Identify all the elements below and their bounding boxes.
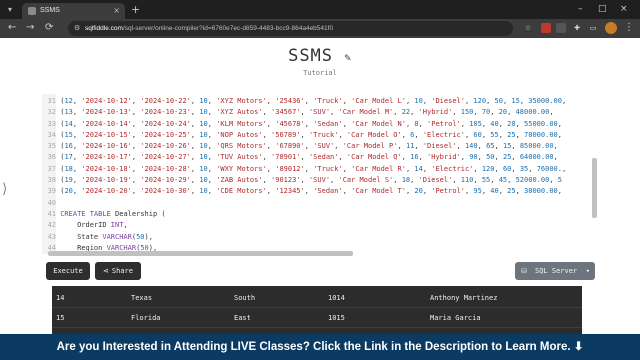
code-text: OrderID INT, — [56, 221, 128, 230]
code-text: (14, '2024-10-14', '2024-10-24', 10, 'KL… — [56, 119, 562, 128]
line-number: 33 — [47, 119, 56, 128]
close-window-button[interactable]: × — [620, 2, 628, 16]
minimize-button[interactable]: – — [578, 2, 583, 16]
code-line[interactable]: 37 (18, '2024-10-18', '2024-10-28', 10, … — [42, 164, 567, 175]
profile-avatar-icon[interactable] — [605, 22, 617, 34]
line-number: 35 — [47, 142, 56, 151]
table-cell: South — [234, 294, 256, 302]
code-line[interactable]: 40 — [42, 198, 566, 209]
browser-tab[interactable]: SSMS × — [22, 3, 125, 19]
share-icon: ⋖ — [103, 267, 109, 275]
execute-button[interactable]: Execute — [46, 262, 90, 280]
line-number: 34 — [47, 130, 56, 139]
chevron-right-icon[interactable]: ⟩ — [2, 181, 7, 197]
table-cell: East — [234, 314, 251, 322]
bookmark-star-icon[interactable]: ☆ — [523, 23, 533, 33]
promo-banner[interactable]: Are you Interested in Attending LIVE Cla… — [0, 334, 640, 360]
code-text: (12, '2024-10-12', '2024-10-22', 10, 'XY… — [56, 97, 567, 105]
extension-icon[interactable] — [556, 23, 566, 33]
dialect-label: SQL Server — [535, 267, 578, 275]
code-line[interactable]: 43 State VARCHAR(50), — [42, 232, 566, 243]
chevron-down-icon: ▾ — [585, 267, 590, 275]
code-line[interactable]: 32 (13, '2024-10-13', '2024-10-23', 10, … — [42, 107, 566, 118]
maximize-button[interactable]: □ — [598, 2, 607, 16]
sql-editor[interactable]: 31 (12, '2024-10-12', '2024-10-22', 10, … — [42, 94, 604, 254]
promo-banner-text: Are you Interested in Attending LIVE Cla… — [56, 341, 584, 353]
code-text: (17, '2024-10-17', '2024-10-27', 10, 'TU… — [56, 153, 558, 162]
page-content: SSMS ✎ Tutorial ⟩ 31 (12, '2024-10-12', … — [0, 38, 640, 360]
site-info-icon[interactable]: ⚙ — [74, 23, 80, 34]
code-line[interactable]: 38 (19, '2024-10-19', '2024-10-29', 10, … — [42, 175, 566, 186]
table-cell: Florida — [131, 314, 161, 322]
code-line[interactable]: 42 OrderID INT, — [42, 220, 566, 231]
code-line[interactable]: 39 (20, '2024-10-20', '2024-10-30', 10, … — [42, 186, 566, 197]
code-text: State VARCHAR(50), — [56, 232, 153, 241]
code-line[interactable]: 35 (16, '2024-10-16', '2024-10-26', 10, … — [42, 141, 566, 152]
table-cell: Texas — [131, 294, 153, 302]
puzzle-extensions-icon[interactable]: ✚ — [572, 23, 582, 33]
table-cell: Maria Garcia — [430, 314, 481, 322]
app-subtitle: Tutorial — [303, 69, 337, 77]
vertical-scrollbar[interactable] — [592, 158, 597, 218]
address-bar[interactable]: ⚙ sqlfiddle.com/sql-server/online-compil… — [68, 21, 513, 36]
line-number: 40 — [47, 198, 56, 207]
app-title-text: SSMS — [288, 46, 334, 66]
line-number: 32 — [47, 108, 56, 117]
table-row: 15 Florida East 1015 Maria Garcia — [52, 308, 582, 328]
kebab-menu-icon[interactable]: ⋮ — [624, 21, 634, 35]
extension-icon[interactable] — [541, 23, 551, 33]
code-lines[interactable]: 31 (12, '2024-10-12', '2024-10-22', 10, … — [42, 96, 567, 254]
line-number: 42 — [47, 221, 56, 230]
app-title: SSMS ✎ — [0, 46, 640, 66]
code-text: (19, '2024-10-19', '2024-10-29', 10, 'ZA… — [56, 176, 562, 185]
line-number: 41 — [47, 209, 56, 218]
reload-icon[interactable]: ⟳ — [45, 21, 53, 35]
edit-pencil-icon[interactable]: ✎ — [344, 51, 352, 64]
code-text: (13, '2024-10-13', '2024-10-23', 10, 'XY… — [56, 108, 554, 117]
browser-tab-bar: ▾ SSMS × + – □ × — [0, 0, 640, 19]
code-line[interactable]: 34 (15, '2024-10-15', '2024-10-25', 10, … — [42, 130, 566, 141]
menu-icon[interactable]: ▾ — [5, 4, 15, 15]
favicon-icon — [28, 7, 36, 15]
code-text: (16, '2024-10-16', '2024-10-26', 10, 'QR… — [56, 142, 558, 151]
table-cell: 1014 — [328, 294, 345, 302]
database-icon: ⛁ — [521, 267, 527, 275]
code-text: (18, '2024-10-18', '2024-10-28', 10, 'WX… — [56, 164, 567, 173]
table-row: 14 Texas South 1014 Anthony Martinez — [52, 288, 582, 308]
tab-close-icon[interactable]: × — [113, 5, 120, 16]
back-icon[interactable]: ← — [8, 21, 16, 35]
code-line[interactable]: 33 (14, '2024-10-14', '2024-10-24', 10, … — [42, 119, 566, 130]
line-number: 43 — [47, 232, 56, 241]
line-number: 39 — [47, 187, 56, 196]
code-line[interactable]: 36 (17, '2024-10-17', '2024-10-27', 10, … — [42, 152, 566, 163]
sidebar-icon[interactable]: ▭ — [588, 23, 598, 33]
new-tab-button[interactable]: + — [131, 3, 140, 16]
code-text: (20, '2024-10-20', '2024-10-30', 10, 'CD… — [56, 187, 562, 196]
code-line[interactable]: 41 CREATE TABLE Dealership ( — [42, 209, 566, 220]
code-text: CREATE TABLE Dealership ( — [60, 209, 166, 218]
database-dialect-select[interactable]: ⛁ SQL Server ▾ — [515, 262, 595, 280]
code-text: (15, '2024-10-15', '2024-10-25', 10, 'NO… — [56, 130, 562, 139]
table-cell: 15 — [56, 314, 65, 322]
forward-icon[interactable]: → — [26, 21, 34, 35]
line-number: 36 — [47, 153, 56, 162]
table-cell: 1015 — [328, 314, 345, 322]
browser-toolbar: ← → ⟳ ⚙ sqlfiddle.com/sql-server/online-… — [0, 19, 640, 38]
table-cell: 14 — [56, 294, 65, 302]
url-text: sqlfiddle.com/sql-server/online-compiler… — [85, 25, 334, 32]
table-cell: Anthony Martinez — [430, 294, 498, 302]
horizontal-scrollbar[interactable] — [48, 251, 353, 256]
tab-title: SSMS — [40, 7, 60, 14]
line-number: 37 — [47, 164, 56, 173]
share-button[interactable]: ⋖ Share — [95, 262, 141, 280]
line-number: 38 — [47, 176, 56, 185]
line-number: 31 — [47, 97, 56, 105]
code-line[interactable]: 31 (12, '2024-10-12', '2024-10-22', 10, … — [42, 96, 567, 107]
